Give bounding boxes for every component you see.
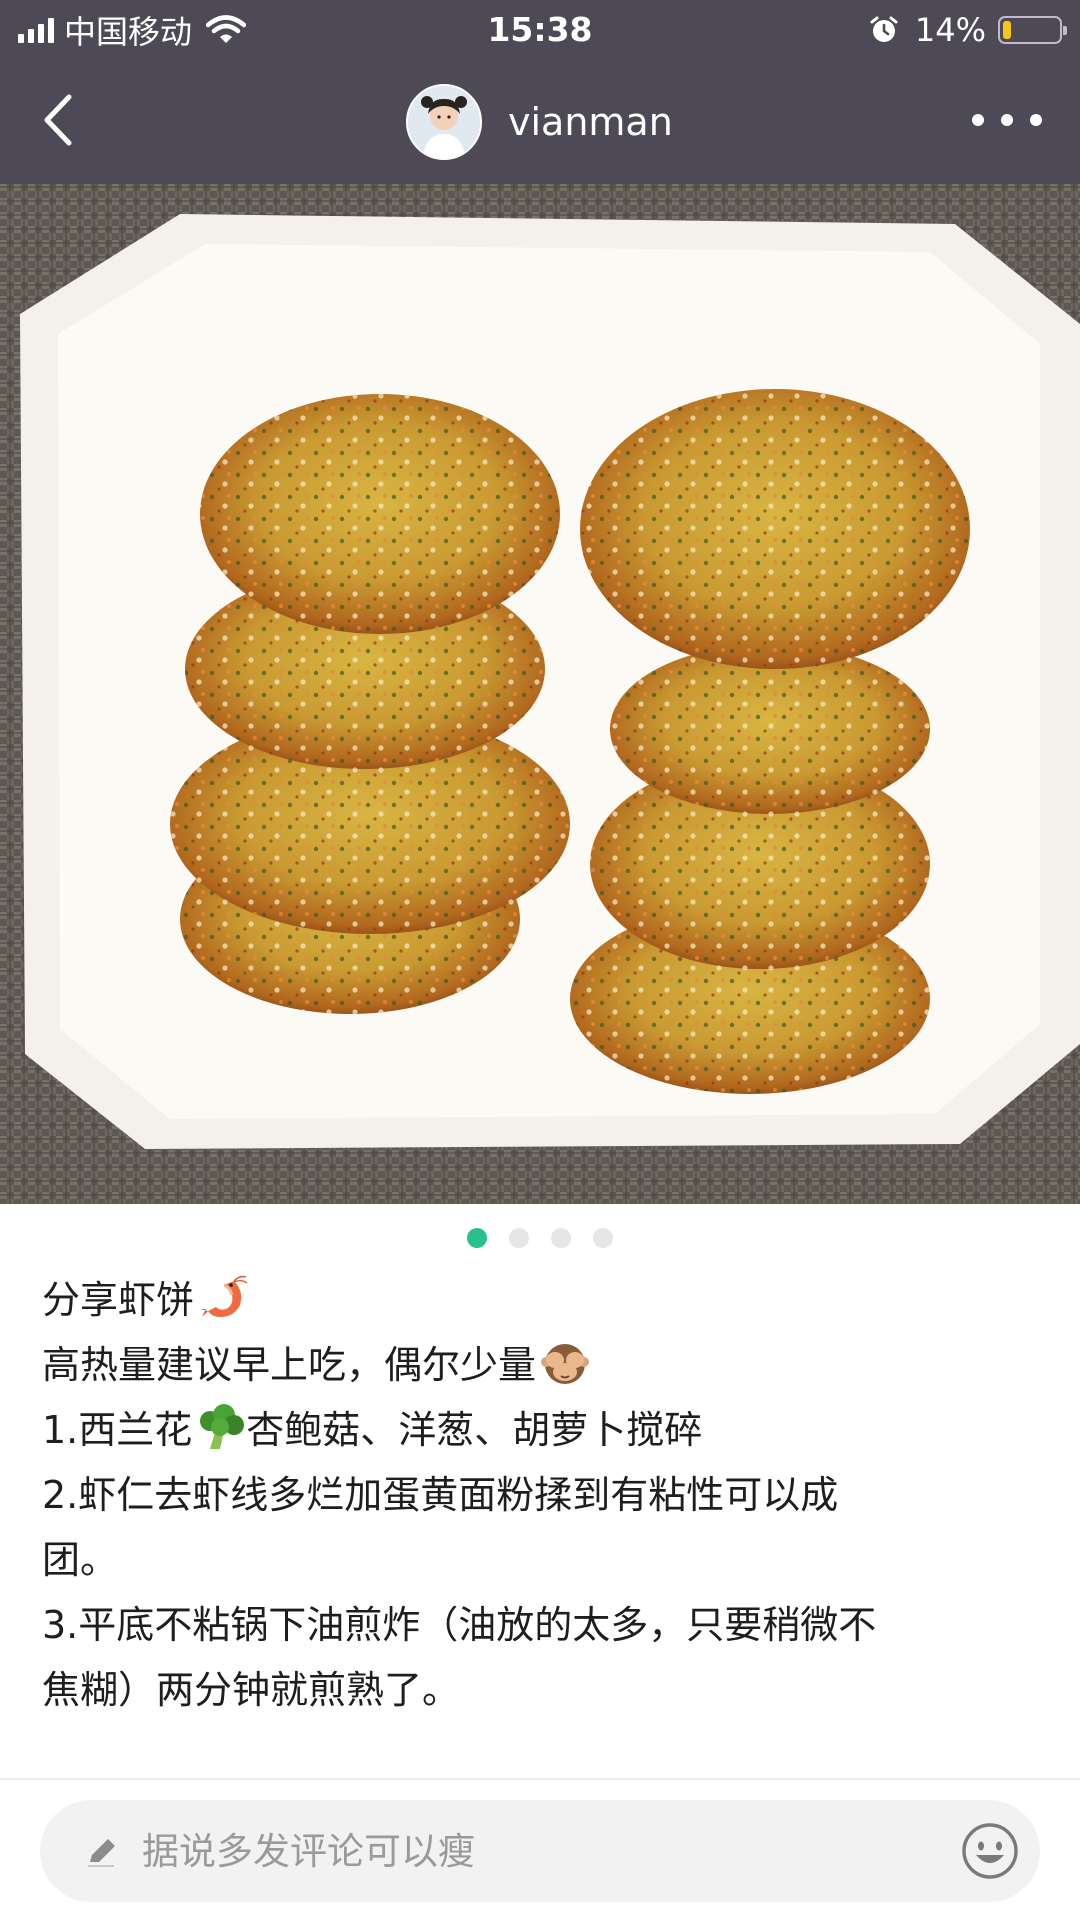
post-text: 团。 <box>42 1538 119 1582</box>
see-no-evil-monkey-emoji <box>541 1344 590 1384</box>
shrimp-emoji <box>200 1275 248 1317</box>
status-right: 14% <box>869 8 1067 52</box>
nav-bar: vianman <box>0 60 1080 184</box>
post-text: 杏鲍菇、洋葱、胡萝卜搅碎 <box>246 1408 703 1452</box>
author-username[interactable]: vianman <box>508 100 673 144</box>
more-dot <box>972 114 984 126</box>
post-line: 焦糊）两分钟就煎熟了。 <box>42 1658 1042 1723</box>
post-text: 2.虾仁去虾线多烂加蛋黄面粉揉到有粘性可以成 <box>42 1473 839 1517</box>
more-dot <box>1001 114 1013 126</box>
battery-percent: 14% <box>914 11 986 49</box>
top-header: 中国移动 15:38 14% vianman <box>0 0 1080 184</box>
post-text: 高热量建议早上吃，偶尔少量 <box>42 1343 537 1387</box>
post-line: 2.虾仁去虾线多烂加蛋黄面粉揉到有粘性可以成 <box>42 1463 1042 1528</box>
post-title: 分享虾饼 <box>42 1278 195 1322</box>
alarm-icon <box>870 16 898 42</box>
post-text: 1.西兰花 <box>42 1408 193 1452</box>
carousel-dot[interactable] <box>551 1228 571 1248</box>
post-text: 焦糊）两分钟就煎熟了。 <box>42 1668 461 1712</box>
broccoli-emoji <box>200 1404 245 1449</box>
post-line: 团。 <box>42 1528 1042 1593</box>
back-button[interactable] <box>28 88 88 152</box>
post-line: 3.平底不粘锅下油煎炸（油放的太多，只要稍微不 <box>42 1593 1042 1658</box>
avatar-image <box>408 86 480 158</box>
comment-input[interactable] <box>142 1820 922 1882</box>
carousel-dot-active[interactable] <box>467 1228 487 1248</box>
post-line: 分享虾饼 <box>42 1268 1042 1333</box>
carousel-dot[interactable] <box>509 1228 529 1248</box>
author-profile[interactable]: vianman <box>406 84 673 160</box>
battery-level <box>1003 21 1011 39</box>
smiley-icon[interactable] <box>960 1821 1020 1881</box>
post-body: 分享虾饼 高热量建议早上吃，偶尔少量 1.西兰花 杏鲍菇、洋葱、胡萝卜搅碎 2.… <box>42 1268 1042 1723</box>
more-button[interactable] <box>972 98 1042 142</box>
pencil-icon <box>88 1839 115 1867</box>
shrimp-cakes-photo <box>0 184 1080 1204</box>
post-text: 3.平底不粘锅下油煎炸（油放的太多，只要稍微不 <box>42 1603 877 1647</box>
post-line: 高热量建议早上吃，偶尔少量 <box>42 1333 1042 1398</box>
battery-icon <box>998 16 1067 44</box>
post-photo[interactable] <box>0 184 1080 1204</box>
more-dot <box>1030 114 1042 126</box>
avatar[interactable] <box>406 84 482 160</box>
divider <box>0 1778 1080 1780</box>
carousel-indicator[interactable] <box>0 1228 1080 1250</box>
comment-bar[interactable] <box>40 1800 1040 1902</box>
status-bar: 中国移动 15:38 14% <box>0 0 1080 60</box>
back-arrow-icon <box>44 94 72 146</box>
post-line: 1.西兰花 杏鲍菇、洋葱、胡萝卜搅碎 <box>42 1398 1042 1463</box>
carousel-dot[interactable] <box>593 1228 613 1248</box>
